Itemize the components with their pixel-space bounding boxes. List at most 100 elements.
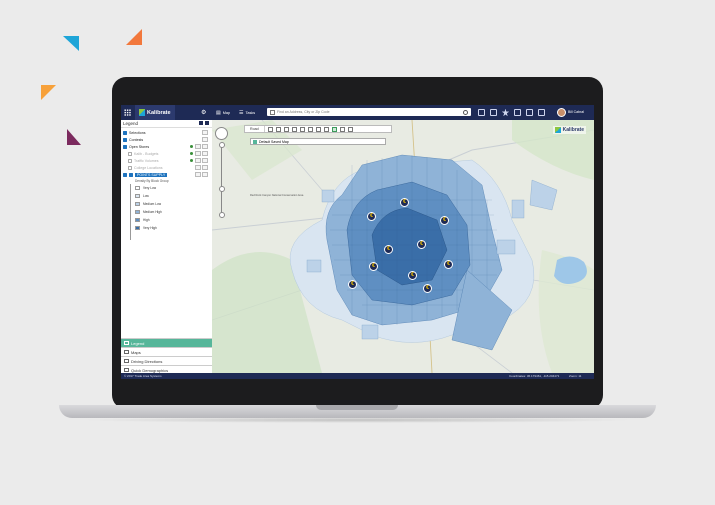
- store-marker[interactable]: €: [348, 280, 357, 289]
- layer-checkbox[interactable]: [123, 137, 127, 142]
- map-toolbar: Road: [244, 125, 392, 133]
- database-icon[interactable]: [478, 109, 485, 116]
- search-placeholder: Find an Address, City or Zip Code: [277, 110, 330, 114]
- zoom-slider-handle[interactable]: [218, 186, 225, 192]
- density-item: Very Low: [135, 185, 156, 191]
- layer-options-button[interactable]: [202, 165, 208, 170]
- search-icon[interactable]: [463, 109, 468, 115]
- zoom-out-button[interactable]: [218, 212, 225, 218]
- accordion-label: Maps: [131, 349, 141, 355]
- layer-row-traffic[interactable]: Traffic Volumes: [128, 157, 209, 164]
- layer-row-selections[interactable]: Selections: [123, 129, 209, 136]
- ruler-icon[interactable]: [299, 126, 305, 132]
- info-icon[interactable]: [283, 126, 289, 132]
- layer-checkbox[interactable]: [123, 130, 127, 135]
- density-swatch: [135, 186, 140, 190]
- store-icon[interactable]: [526, 109, 533, 116]
- pointer-icon[interactable]: [323, 126, 329, 132]
- report-icon[interactable]: [538, 109, 545, 116]
- map-watermark-logo: Kalibrate: [553, 126, 586, 134]
- layers-icon[interactable]: [514, 109, 521, 116]
- layer-label: College Locations: [134, 165, 163, 170]
- store-marker[interactable]: €: [369, 262, 378, 271]
- brand-logo: Kalibrate: [135, 105, 175, 120]
- folder-icon: [124, 350, 129, 354]
- legend-header: Legend: [121, 120, 212, 128]
- accordion-legend[interactable]: Legend: [121, 338, 212, 347]
- layer-style-button[interactable]: [195, 158, 201, 163]
- gear-icon[interactable]: [339, 126, 345, 132]
- shape-icon[interactable]: [315, 126, 321, 132]
- layer-options-button[interactable]: [202, 151, 208, 156]
- laptop-notch: [316, 405, 398, 410]
- layer-options-button[interactable]: [202, 144, 208, 149]
- layer-style-button[interactable]: [195, 172, 201, 177]
- store-marker[interactable]: €: [408, 271, 417, 280]
- layer-checkbox[interactable]: [123, 172, 127, 177]
- layer-checkbox[interactable]: [128, 158, 132, 163]
- avatar[interactable]: [557, 108, 566, 117]
- map-menu-button[interactable]: ▤ Map: [216, 105, 230, 120]
- density-swatch: [135, 202, 140, 206]
- store-marker[interactable]: €: [417, 240, 426, 249]
- layer-row-budgets[interactable]: Kalib - Budgets: [128, 150, 209, 157]
- satellite-icon[interactable]: [267, 126, 273, 132]
- layer-options-button[interactable]: [202, 158, 208, 163]
- density-item: Medium Low: [135, 201, 161, 207]
- saved-map-bar[interactable]: Default Saved Map: [250, 138, 386, 145]
- layer-checkbox[interactable]: [128, 165, 132, 170]
- layer-options-button[interactable]: [202, 130, 208, 135]
- layer-checkbox[interactable]: [123, 144, 127, 149]
- accordion-maps[interactable]: Maps: [121, 347, 212, 356]
- apps-grid-button[interactable]: [124, 105, 131, 120]
- layer-style-button[interactable]: [195, 165, 201, 170]
- layer-style-button[interactable]: [195, 144, 201, 149]
- tasks-icon: ☰: [239, 109, 244, 116]
- coordinates-readout: Coordinates: 36.179461, -115.204471: [509, 374, 560, 378]
- map-icon: ▤: [216, 109, 221, 116]
- draw-icon[interactable]: [307, 126, 313, 132]
- store-marker[interactable]: €: [440, 216, 449, 225]
- globe-icon: ⚙: [201, 110, 207, 116]
- search-input[interactable]: Find an Address, City or Zip Code: [267, 108, 471, 116]
- layer-row-points-supply[interactable]: POINTS SUPPLY: [123, 171, 209, 178]
- tasks-menu-label: Tasks: [245, 110, 256, 115]
- layer-row-contests[interactable]: Contests: [123, 136, 209, 143]
- pan-control[interactable]: [215, 127, 228, 140]
- hybrid-icon[interactable]: [275, 126, 281, 132]
- layer-row-open-stores[interactable]: Open Stores: [123, 143, 209, 150]
- density-label: Medium Low: [143, 202, 162, 206]
- globe-button[interactable]: ⚙: [201, 105, 206, 120]
- layer-options-button[interactable]: [202, 137, 208, 142]
- zoom-slider-track[interactable]: [221, 144, 222, 214]
- layer-row-college[interactable]: College Locations: [128, 164, 209, 171]
- density-item: Very High: [135, 225, 157, 231]
- close-icon[interactable]: [347, 126, 353, 132]
- legend-close-button[interactable]: [205, 121, 209, 125]
- app-screen: Kalibrate ⚙ ▤ Map ☰ Tasks Find an Addres…: [121, 105, 594, 379]
- map-canvas[interactable]: Road Default Saved Map Kalibrate Red Roc…: [212, 120, 594, 373]
- store-marker[interactable]: €: [367, 212, 376, 221]
- top-nav-bar: Kalibrate ⚙ ▤ Map ☰ Tasks Find an Addres…: [121, 105, 594, 120]
- layer-label: Kalib - Budgets: [134, 151, 159, 156]
- layer-options-button[interactable]: [202, 172, 208, 177]
- store-marker[interactable]: €: [400, 198, 409, 207]
- accordion-driving-directions[interactable]: Driving Directions: [121, 356, 212, 365]
- user-name[interactable]: Bill Cabral: [568, 110, 584, 114]
- store-marker[interactable]: €: [423, 284, 432, 293]
- print-icon[interactable]: [291, 126, 297, 132]
- layer-checkbox-secondary[interactable]: [129, 172, 133, 177]
- star-icon[interactable]: [502, 109, 509, 116]
- store-marker[interactable]: €: [384, 245, 393, 254]
- zoom-in-button[interactable]: [218, 142, 225, 148]
- tasks-menu-button[interactable]: ☰ Tasks: [239, 105, 255, 120]
- search-dropdown-icon[interactable]: [270, 109, 275, 115]
- basemap-selector[interactable]: Road: [245, 126, 265, 132]
- layer-style-button[interactable]: [195, 151, 201, 156]
- kalibrate-logo-icon: [139, 109, 145, 116]
- legend-settings-button[interactable]: [199, 121, 203, 125]
- select-icon[interactable]: [331, 126, 337, 132]
- map-book-icon[interactable]: [490, 109, 497, 116]
- store-marker[interactable]: €: [444, 260, 453, 269]
- layer-checkbox[interactable]: [128, 151, 132, 156]
